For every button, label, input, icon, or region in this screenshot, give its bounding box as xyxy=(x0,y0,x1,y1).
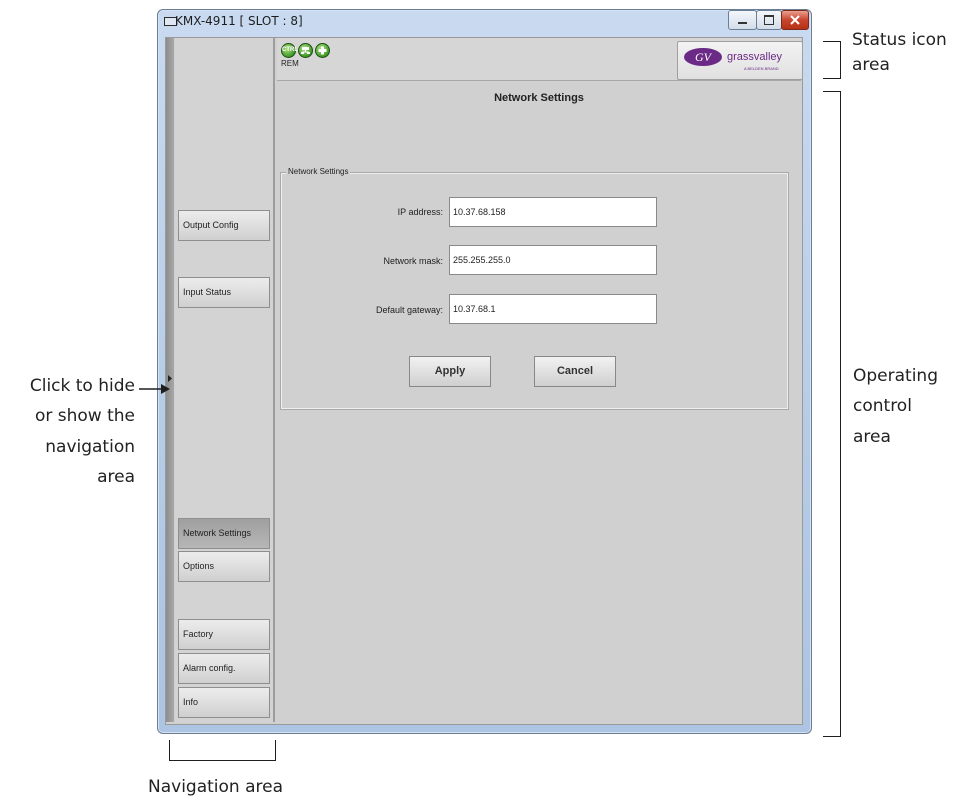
minimize-button[interactable] xyxy=(728,10,757,30)
plus-icon xyxy=(318,46,327,55)
operating-bracket-bottom xyxy=(823,736,841,737)
ctrl-status-icon[interactable]: CTRL xyxy=(281,43,298,58)
default-gateway-label: Default gateway: xyxy=(375,305,443,315)
hide-show-arrow xyxy=(139,384,170,394)
maximize-icon xyxy=(764,15,774,25)
operating-label-line3: area xyxy=(853,427,891,447)
nav-options[interactable]: Options xyxy=(178,551,270,582)
nav-info[interactable]: Info xyxy=(178,687,270,718)
nav-bracket-left xyxy=(169,740,170,761)
status-area-bracket-bottom xyxy=(823,78,841,79)
network-status-icon[interactable] xyxy=(298,43,313,58)
status-icon-area-label-line2: area xyxy=(852,55,890,75)
nav-bracket-right xyxy=(275,740,276,761)
network-icon xyxy=(301,47,310,54)
hide-show-label-line1: Click to hide xyxy=(29,376,135,396)
network-mask-label: Network mask: xyxy=(383,256,443,266)
ctrl-icon-label: CTRL xyxy=(282,47,298,53)
status-area-bracket-top xyxy=(823,41,841,42)
alarm-status-icon[interactable] xyxy=(315,43,330,58)
rem-label: REM xyxy=(281,59,299,68)
status-icon-area-label-line1: Status icon xyxy=(852,30,947,50)
nav-factory[interactable]: Factory xyxy=(178,619,270,650)
nav-network-settings[interactable]: Network Settings xyxy=(178,518,270,549)
close-icon xyxy=(790,15,800,25)
ip-address-label: IP address: xyxy=(397,207,443,217)
expand-arrow-icon xyxy=(168,375,172,382)
default-gateway-field[interactable]: 10.37.68.1 xyxy=(449,294,657,324)
nav-input-status[interactable]: Input Status xyxy=(178,277,270,308)
logo-subtext: A BELDEN BRAND xyxy=(744,66,779,71)
operating-label-line2: control xyxy=(853,396,912,416)
operating-bracket-side xyxy=(840,91,841,737)
hide-show-label-line3: navigation xyxy=(45,437,135,457)
gv-mark-icon: GV xyxy=(684,48,722,66)
svg-text:GV: GV xyxy=(695,50,713,64)
minimize-icon xyxy=(738,22,747,24)
nav-alarm-config[interactable]: Alarm config. xyxy=(178,653,270,684)
page-title: Network Settings xyxy=(494,92,584,104)
hide-show-label-line2: or show the xyxy=(34,406,135,426)
operating-label-line1: Operating xyxy=(853,366,938,386)
ip-address-field[interactable]: 10.37.68.158 xyxy=(449,197,657,227)
close-button[interactable] xyxy=(781,10,809,30)
apply-button[interactable]: Apply xyxy=(409,356,491,387)
maximize-button[interactable] xyxy=(756,10,782,30)
nav-output-config[interactable]: Output Config xyxy=(178,210,270,241)
status-area-bracket-side xyxy=(840,41,841,79)
group-label: Network Settings xyxy=(286,167,351,176)
operating-bracket-top xyxy=(823,91,841,92)
navigation-toggle-bar[interactable] xyxy=(166,38,174,722)
navigation-area-label: Navigation area xyxy=(148,777,284,797)
cancel-button[interactable]: Cancel xyxy=(534,356,616,387)
grass-valley-logo: GV grassvalley A BELDEN BRAND xyxy=(677,41,803,80)
network-mask-field[interactable]: 255.255.255.0 xyxy=(449,245,657,275)
nav-bracket-bottom xyxy=(169,760,276,761)
window-title: KMX-4911 [ SLOT : 8] xyxy=(175,14,303,28)
hide-show-label-line4: area xyxy=(97,467,135,487)
logo-text: grassvalley xyxy=(727,51,783,63)
